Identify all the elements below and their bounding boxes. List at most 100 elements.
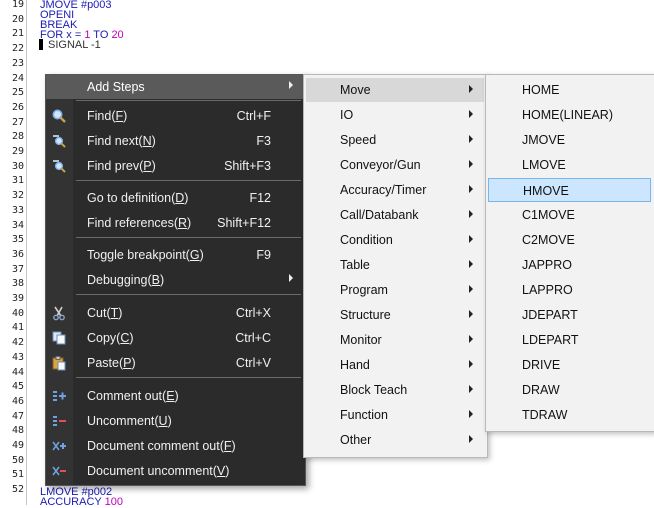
menu-item-label: Debugging(B): [87, 273, 165, 287]
submenu-item-label: Accuracy/Timer: [340, 183, 427, 197]
submenu-arrow-icon: [469, 285, 473, 293]
menu-item-label: Cut(T): [87, 306, 123, 320]
submenu-arrow-icon: [469, 335, 473, 343]
menu-item-find-prev[interactable]: Find prev(P) Shift+F3: [46, 154, 305, 178]
code-line-52[interactable]: ACCURACY 100: [40, 497, 123, 508]
move-item-jappro[interactable]: JAPPRO: [488, 253, 651, 277]
submenu-item-function[interactable]: Function: [306, 403, 484, 427]
menu-item-uncomment[interactable]: Uncomment(U): [46, 409, 305, 433]
submenu-item-label: Move: [340, 83, 371, 97]
menu-item-go-to-definition[interactable]: Go to definition(D) F12: [46, 186, 305, 210]
move-submenu: HOME HOME(LINEAR) JMOVE LMOVE HMOVE C1MOVE C2M…: [485, 74, 654, 432]
line-number: 52: [11, 484, 24, 496]
line-number: 26: [11, 101, 24, 113]
menu-shortcut: Ctrl+V: [235, 356, 271, 370]
submenu-item-condition[interactable]: Condition: [306, 228, 484, 252]
submenu-arrow-icon: [469, 210, 473, 218]
submenu-item-move[interactable]: Move: [306, 78, 484, 102]
menu-item-debugging[interactable]: Debugging(B): [46, 268, 305, 292]
submenu-item-label: Speed: [340, 133, 377, 147]
move-item-lappro[interactable]: LAPPRO: [488, 278, 651, 302]
submenu-arrow-icon: [469, 435, 473, 443]
menu-item-paste[interactable]: Paste(P) Ctrl+V: [46, 351, 305, 375]
line-number: 50: [11, 454, 24, 466]
menu-item-copy[interactable]: Copy(C) Ctrl+C: [46, 326, 305, 350]
submenu-item-label: IO: [340, 108, 354, 122]
submenu-item-table[interactable]: Table: [306, 253, 484, 277]
line-number: 25: [11, 87, 24, 99]
menu-item-cut[interactable]: Cut(T) Ctrl+X: [46, 301, 305, 325]
menu-shortcut: F9: [256, 248, 271, 262]
move-item-label: LMOVE: [522, 158, 566, 172]
menu-item-comment-out[interactable]: Comment out(E): [46, 384, 305, 408]
line-number: 46: [11, 395, 24, 407]
doc-uncomment-icon: [51, 463, 67, 479]
submenu-item-label: Function: [340, 408, 388, 422]
copy-icon: [51, 330, 67, 346]
submenu-item-io[interactable]: IO: [306, 103, 484, 127]
menu-item-document-uncomment[interactable]: Document uncomment(V): [46, 459, 305, 483]
menu-item-label: Add Steps: [87, 80, 145, 94]
menu-item-document-comment-out[interactable]: Document comment out(F): [46, 434, 305, 458]
menu-item-toggle-breakpoint[interactable]: Toggle breakpoint(G) F9: [46, 243, 305, 267]
submenu-item-speed[interactable]: Speed: [306, 128, 484, 152]
line-number: 31: [11, 175, 24, 187]
submenu-item-monitor[interactable]: Monitor: [306, 328, 484, 352]
menu-shortcut: F3: [256, 134, 271, 148]
menu-separator: [76, 377, 301, 378]
line-number: 24: [11, 72, 24, 84]
menu-item-add-steps[interactable]: Add Steps: [46, 75, 305, 99]
move-item-hmove[interactable]: HMOVE: [488, 178, 651, 202]
line-number: 40: [11, 307, 24, 319]
move-item-ldepart[interactable]: LDEPART: [488, 328, 651, 352]
menu-item-label: Find references(R): [87, 216, 192, 230]
move-item-lmove[interactable]: LMOVE: [488, 153, 651, 177]
move-item-home-linear-[interactable]: HOME(LINEAR): [488, 103, 651, 127]
submenu-item-hand[interactable]: Hand: [306, 353, 484, 377]
submenu-arrow-icon: [289, 274, 293, 282]
line-number: 29: [11, 146, 24, 157]
submenu-item-conveyor-gun[interactable]: Conveyor/Gun: [306, 153, 484, 177]
move-item-draw[interactable]: DRAW: [488, 378, 651, 402]
move-item-tdraw[interactable]: TDRAW: [488, 403, 651, 427]
line-number: 33: [11, 204, 24, 216]
line-number: 28: [11, 131, 24, 143]
move-item-label: TDRAW: [522, 408, 568, 422]
code-line-23[interactable]: SIGNAL -1: [48, 40, 101, 51]
doc-comment-icon: [51, 438, 67, 454]
submenu-item-call-databank[interactable]: Call/Databank: [306, 203, 484, 227]
move-item-jdepart[interactable]: JDEPART: [488, 303, 651, 327]
menu-shortcut: Ctrl+C: [235, 331, 271, 345]
menu-shortcut: F12: [249, 191, 271, 205]
menu-item-label: Uncomment(U): [87, 414, 172, 428]
submenu-item-label: Call/Databank: [340, 208, 419, 222]
move-item-home[interactable]: HOME: [488, 78, 651, 102]
move-item-c2move[interactable]: C2MOVE: [488, 228, 651, 252]
line-number: 30: [11, 160, 24, 172]
line-number: 42: [11, 337, 24, 349]
line-number: 21: [11, 28, 24, 40]
line-number: 22: [11, 43, 24, 55]
submenu-item-accuracy-timer[interactable]: Accuracy/Timer: [306, 178, 484, 202]
menu-item-find[interactable]: Find(F) Ctrl+F: [46, 104, 305, 128]
submenu-item-structure[interactable]: Structure: [306, 303, 484, 327]
submenu-arrow-icon: [469, 235, 473, 243]
move-item-drive[interactable]: DRIVE: [488, 353, 651, 377]
line-number: 20: [11, 13, 24, 25]
menu-item-find-references[interactable]: Find references(R) Shift+F12: [46, 211, 305, 235]
submenu-item-block-teach[interactable]: Block Teach: [306, 378, 484, 402]
move-item-jmove[interactable]: JMOVE: [488, 128, 651, 152]
menu-item-find-next[interactable]: Find next(N) F3: [46, 129, 305, 153]
line-number: 43: [11, 351, 24, 363]
move-item-c1move[interactable]: C1MOVE: [488, 203, 651, 227]
line-number: 49: [11, 440, 24, 451]
line-number: 44: [11, 366, 24, 378]
submenu-arrow-icon: [469, 360, 473, 368]
move-item-label: C1MOVE: [522, 208, 575, 222]
submenu-item-program[interactable]: Program: [306, 278, 484, 302]
move-item-label: JMOVE: [522, 133, 566, 147]
submenu-item-other[interactable]: Other: [306, 428, 484, 452]
line-number: 23: [11, 57, 24, 69]
add-steps-submenu: Move IO Speed Conveyor/Gun Accuracy/Timer Cal…: [303, 74, 488, 458]
menu-shortcut: Ctrl+F: [236, 109, 271, 123]
